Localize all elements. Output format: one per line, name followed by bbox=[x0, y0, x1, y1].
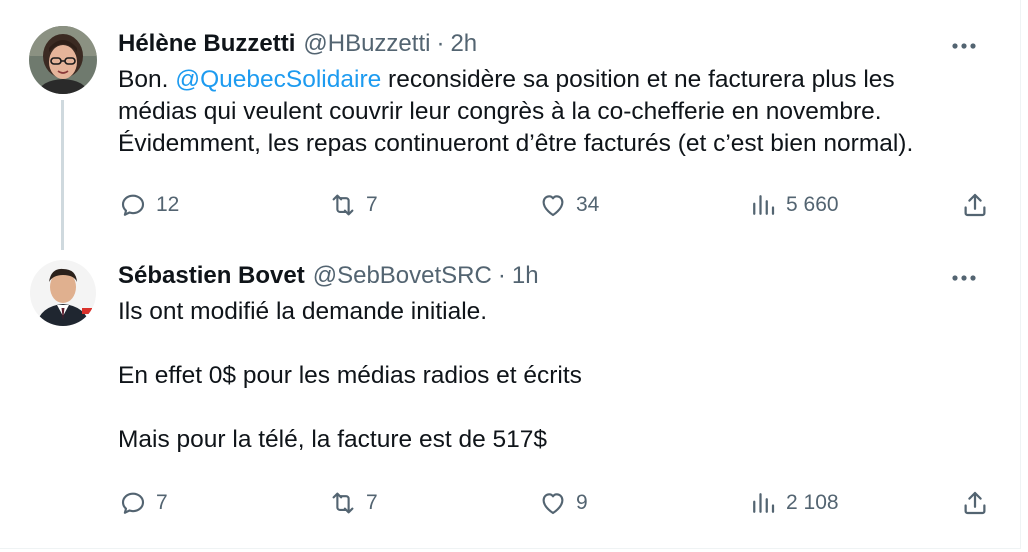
timestamp[interactable]: 2h bbox=[450, 30, 477, 58]
share-icon bbox=[964, 491, 986, 515]
tweet-text: Ils ont modifié la demande initiale. En … bbox=[118, 296, 998, 456]
reply-count: 12 bbox=[156, 193, 180, 216]
avatar-image bbox=[29, 26, 97, 94]
tweet-text-line3: Évidemment, les repas continueront d’êtr… bbox=[118, 130, 914, 157]
retweet-button[interactable]: 7 bbox=[328, 488, 378, 518]
views-button[interactable]: 2 108 bbox=[748, 488, 839, 518]
timestamp[interactable]: 1h bbox=[512, 262, 539, 290]
tweet[interactable]: Hélène Buzzetti @HBuzzetti · 2h Bon. @Qu… bbox=[0, 0, 1020, 250]
more-icon bbox=[952, 43, 976, 49]
like-icon bbox=[542, 493, 564, 515]
like-count: 9 bbox=[576, 491, 588, 514]
tweet-header: Hélène Buzzetti @HBuzzetti · 2h bbox=[118, 30, 477, 60]
views-icon bbox=[753, 195, 775, 215]
tweet-paragraph: Ils ont modifié la demande initiale. bbox=[118, 298, 488, 325]
avatar[interactable] bbox=[29, 26, 97, 94]
author-name[interactable]: Hélène Buzzetti bbox=[118, 30, 295, 58]
more-options-button[interactable] bbox=[946, 266, 982, 290]
reply-button[interactable]: 7 bbox=[118, 488, 168, 518]
thread-connector-line bbox=[61, 100, 64, 250]
like-icon bbox=[542, 195, 564, 217]
tweet-header: Sébastien Bovet @SebBovetSRC · 1h bbox=[118, 262, 539, 292]
avatar-image bbox=[30, 260, 96, 326]
avatar[interactable] bbox=[30, 260, 96, 326]
like-count: 34 bbox=[576, 193, 600, 216]
tweet-actions: 12 7 34 5 660 bbox=[118, 190, 998, 220]
tweet-text: Bon. @QuebecSolidaire reconsidère sa pos… bbox=[118, 64, 998, 160]
tweet-text-line1: reconsidère sa position et ne facturera … bbox=[381, 66, 895, 93]
reply-icon bbox=[121, 194, 145, 216]
tweet[interactable]: Sébastien Bovet @SebBovetSRC · 1h Ils on… bbox=[0, 248, 1020, 548]
author-handle[interactable]: @SebBovetSRC bbox=[313, 262, 492, 290]
tweet-text-prefix: Bon. bbox=[118, 66, 176, 93]
retweet-count: 7 bbox=[366, 491, 378, 514]
views-icon bbox=[753, 493, 775, 513]
tweet-paragraph: Mais pour la télé, la facture est de 517… bbox=[118, 426, 548, 453]
share-button[interactable] bbox=[960, 190, 990, 220]
retweet-icon bbox=[332, 194, 354, 216]
retweet-count: 7 bbox=[366, 193, 378, 216]
separator-dot: · bbox=[436, 30, 445, 57]
author-handle[interactable]: @HBuzzetti bbox=[303, 30, 430, 58]
like-button[interactable]: 9 bbox=[538, 488, 588, 518]
tweet-text-line2: médias qui veulent couvrir leur congrès … bbox=[118, 98, 882, 125]
reply-count: 7 bbox=[156, 491, 168, 514]
retweet-button[interactable]: 7 bbox=[328, 190, 378, 220]
tweet-paragraph: En effet 0$ pour les médias radios et éc… bbox=[118, 362, 582, 389]
views-button[interactable]: 5 660 bbox=[748, 190, 839, 220]
retweet-icon bbox=[332, 492, 354, 514]
reply-icon bbox=[121, 492, 145, 514]
share-button[interactable] bbox=[960, 488, 990, 518]
reply-button[interactable]: 12 bbox=[118, 190, 179, 220]
more-options-button[interactable] bbox=[946, 34, 982, 58]
author-name[interactable]: Sébastien Bovet bbox=[118, 262, 305, 290]
mention-link[interactable]: @QuebecSolidaire bbox=[175, 66, 381, 93]
like-button[interactable]: 34 bbox=[538, 190, 599, 220]
tweet-actions: 7 7 9 2 108 bbox=[118, 488, 998, 518]
timeline-frame: Hélène Buzzetti @HBuzzetti · 2h Bon. @Qu… bbox=[0, 0, 1021, 549]
more-icon bbox=[952, 275, 976, 281]
views-count: 5 660 bbox=[786, 193, 839, 216]
views-count: 2 108 bbox=[786, 491, 839, 514]
share-icon bbox=[964, 193, 986, 217]
separator-dot: · bbox=[497, 262, 506, 289]
